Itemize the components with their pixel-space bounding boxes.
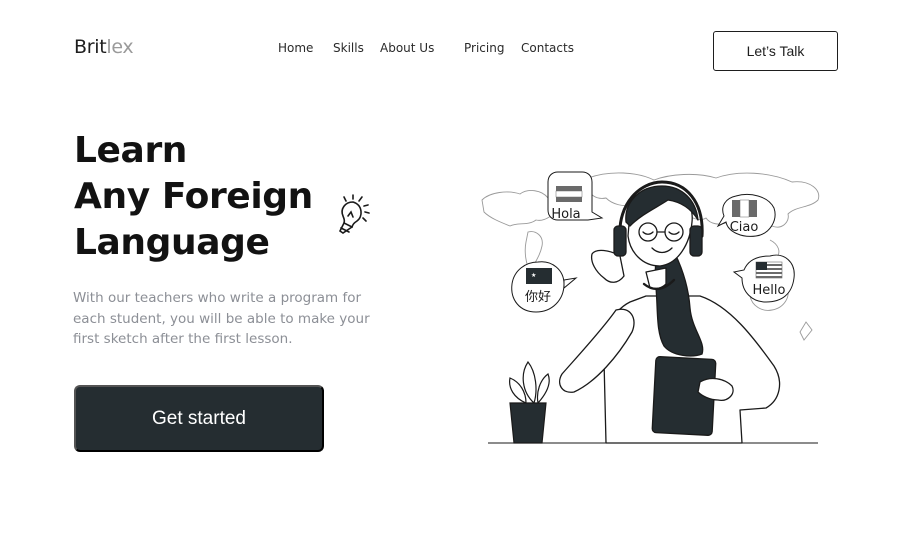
nav-home[interactable]: Home xyxy=(278,41,313,55)
hero-subtitle-line-2: each student, you will be able to make y… xyxy=(73,310,370,327)
hero-title: Learn Any Foreign Language xyxy=(74,128,313,266)
usa-flag-icon xyxy=(755,261,783,279)
italy-flag-icon xyxy=(732,199,757,218)
hero-subtitle-line-1: With our teachers who write a program fo… xyxy=(73,290,362,306)
hero-subtitle: With our teachers who write a program fo… xyxy=(73,288,383,350)
bubble-english-text: Hello xyxy=(753,283,786,298)
nav-pricing[interactable]: Pricing xyxy=(464,41,504,55)
hero-title-line-3: Language xyxy=(74,222,270,263)
logo-part-brit: Brit xyxy=(74,36,107,58)
get-started-button[interactable]: Get started xyxy=(74,385,324,452)
china-flag-icon: ★ xyxy=(526,268,552,284)
lightbulb-icon xyxy=(338,194,370,234)
svg-text:★: ★ xyxy=(531,272,536,279)
bubble-italian-text: Ciao xyxy=(730,220,759,235)
hero-title-line-1: Learn xyxy=(74,130,188,171)
nav-skills[interactable]: Skills xyxy=(333,41,364,55)
logo-part-lex: lex xyxy=(106,36,134,58)
nav-contacts[interactable]: Contacts xyxy=(521,41,574,55)
bubble-spanish: Hola xyxy=(547,171,604,222)
hero-title-line-2: Any Foreign xyxy=(74,176,313,217)
hero-illustration: Hola ★ 你好 Ciao Hello xyxy=(481,171,820,444)
brand-logo[interactable]: Britlex xyxy=(74,36,134,58)
bubble-italian: Ciao xyxy=(716,194,776,237)
hero-subtitle-line-3: first sketch after the first lesson. xyxy=(73,331,293,347)
lets-talk-button[interactable]: Let’s Talk xyxy=(713,31,838,71)
nav-about-us[interactable]: About Us xyxy=(380,41,434,55)
bubble-chinese: ★ 你好 xyxy=(511,261,578,313)
potted-plant xyxy=(509,360,550,444)
spain-flag-icon xyxy=(555,186,583,202)
bubble-english: Hello xyxy=(732,254,795,303)
bubble-spanish-text: Hola xyxy=(551,207,580,222)
bubble-chinese-text: 你好 xyxy=(525,290,551,305)
